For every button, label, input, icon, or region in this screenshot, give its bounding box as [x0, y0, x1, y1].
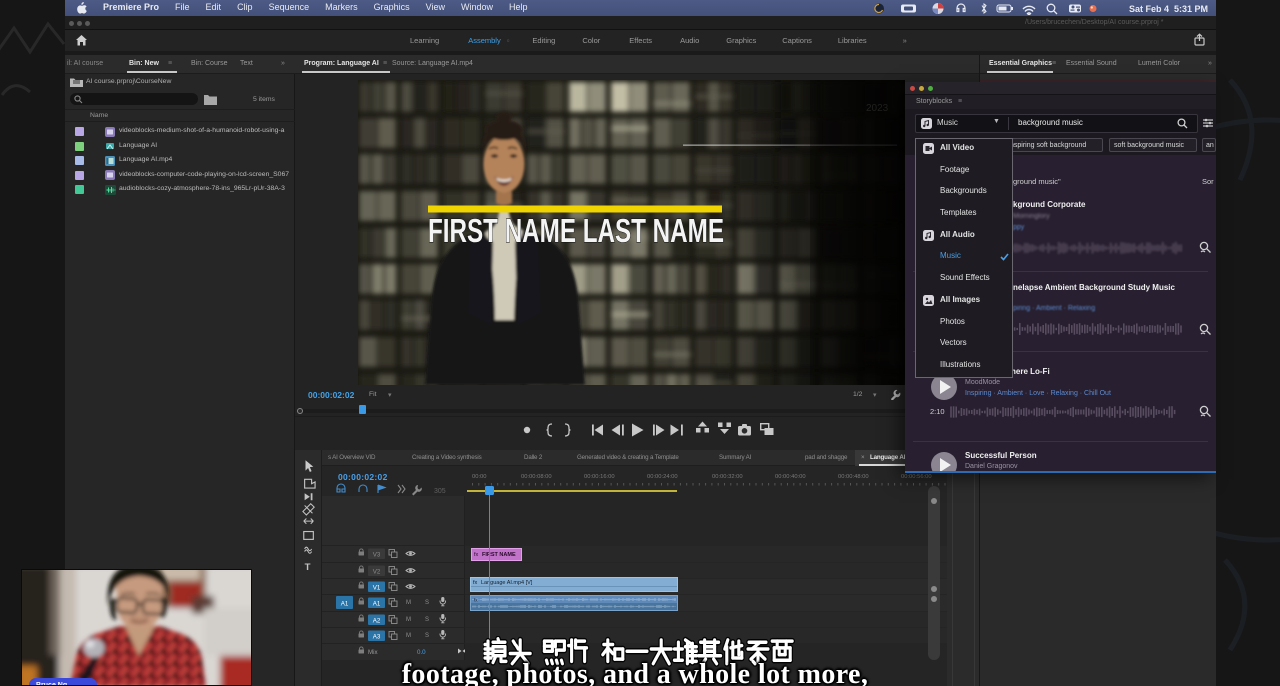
- svg-text:00:00:40:00: 00:00:40:00: [775, 474, 806, 480]
- svg-text:00:00:32:00: 00:00:32:00: [712, 474, 743, 480]
- svg-text:00:00:24:00: 00:00:24:00: [647, 474, 678, 480]
- svg-text:S: S: [425, 617, 429, 623]
- svg-text:00:00:56:00: 00:00:56:00: [901, 474, 932, 480]
- svg-text:V1: V1: [373, 584, 381, 591]
- svg-text:V3: V3: [373, 551, 381, 558]
- svg-text:T: T: [305, 562, 311, 573]
- svg-text:A1: A1: [373, 600, 381, 607]
- svg-text:A1: A1: [341, 601, 349, 608]
- svg-text:S: S: [425, 600, 429, 606]
- svg-text:A2: A2: [373, 617, 381, 624]
- svg-text:FIRST NAME LAST NAME: FIRST NAME LAST NAME: [428, 213, 724, 250]
- svg-text:00:00:08:00: 00:00:08:00: [521, 474, 552, 480]
- svg-text:V2: V2: [373, 568, 381, 575]
- svg-text:M: M: [406, 617, 411, 623]
- svg-text:305: 305: [434, 488, 446, 495]
- svg-text:00:00: 00:00: [472, 474, 487, 480]
- svg-text:00:00:16:00: 00:00:16:00: [584, 474, 615, 480]
- svg-text:00:00:48:00: 00:00:48:00: [838, 474, 869, 480]
- svg-text:M: M: [406, 600, 411, 606]
